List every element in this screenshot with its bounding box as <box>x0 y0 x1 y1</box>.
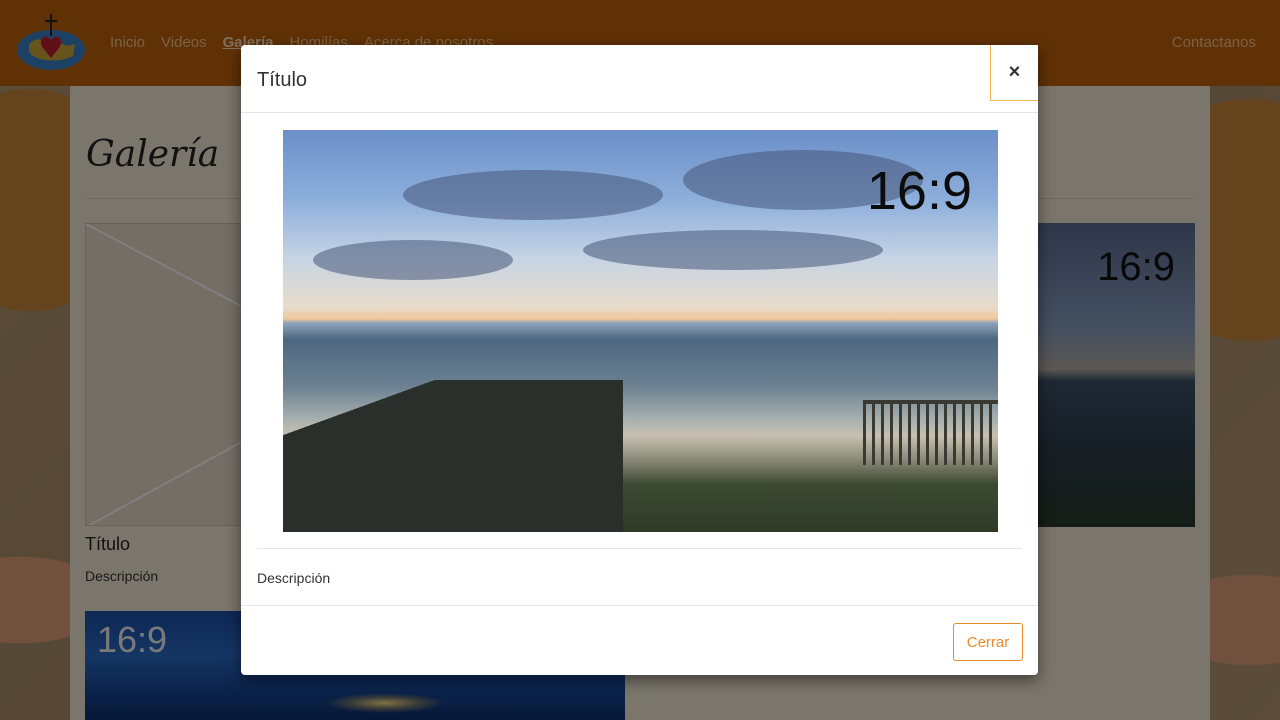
cloud-shape <box>583 230 883 270</box>
image-modal: Título × 16:9 Descripción Cerrar <box>241 45 1038 675</box>
cloud-shape <box>403 170 663 220</box>
modal-image: 16:9 <box>283 130 998 532</box>
modal-description: Descripción <box>257 570 331 586</box>
modal-title: Título <box>257 69 308 91</box>
beach-stairs <box>283 380 623 532</box>
modal-header: Título × <box>241 45 1038 113</box>
modal-image-ratio-label: 16:9 <box>866 161 972 221</box>
cloud-shape <box>313 240 513 280</box>
modal-footer: Cerrar <box>241 605 1038 675</box>
modal-cerrar-button[interactable]: Cerrar <box>953 623 1023 661</box>
modal-divider <box>257 548 1022 549</box>
modal-close-button[interactable]: × <box>990 45 1038 101</box>
beach-railing <box>863 400 998 465</box>
close-icon: × <box>1008 61 1021 83</box>
